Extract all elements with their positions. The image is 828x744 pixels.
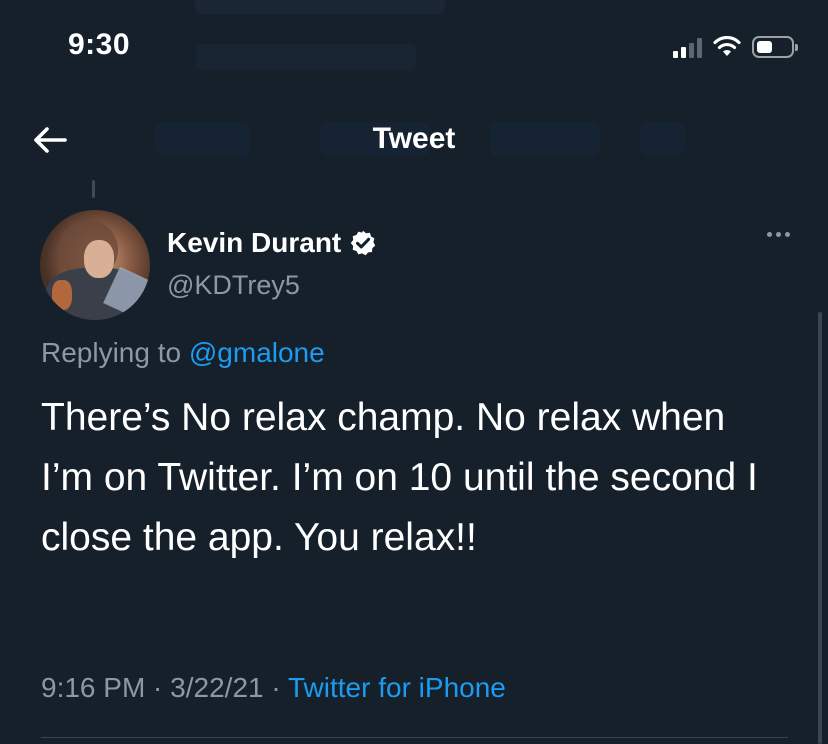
- scrollbar[interactable]: [818, 312, 822, 744]
- tweet-time: 9:16 PM: [41, 672, 146, 703]
- author-handle[interactable]: @KDTrey5: [167, 270, 300, 301]
- tweet-source-link[interactable]: Twitter for iPhone: [288, 672, 506, 703]
- page-title: Tweet: [372, 122, 456, 155]
- thread-connector-line: [92, 180, 95, 198]
- tweet-text: There’s No relax champ. No relax when I’…: [41, 396, 758, 559]
- mention-link[interactable]: @gmalone: [189, 337, 325, 368]
- tweet-date: 3/22/21: [170, 672, 264, 703]
- meta-separator: ·: [145, 672, 171, 703]
- tweet-detail-screen: 9:30 Tweet Kevin Durant @KDTrey5 Replyin…: [0, 0, 828, 744]
- more-options-button[interactable]: [767, 232, 790, 237]
- divider: [41, 737, 788, 738]
- replying-to-line: Replying to @gmalone: [41, 337, 325, 369]
- status-bar-icons: [673, 36, 798, 58]
- replying-to-label: Replying to: [41, 337, 189, 368]
- author-name-text: Kevin Durant: [167, 227, 342, 258]
- cellular-signal-icon: [673, 36, 702, 58]
- tweet-meta: 9:16 PM · 3/22/21 · Twitter for iPhone: [41, 672, 506, 704]
- more-horizontal-icon: [767, 232, 772, 237]
- profile-avatar[interactable]: [40, 210, 150, 320]
- battery-icon: [752, 36, 798, 58]
- status-bar-time: 9:30: [68, 28, 131, 61]
- background-ghost-bar: [195, 0, 445, 14]
- verified-badge-icon: [351, 230, 376, 256]
- author-name[interactable]: Kevin Durant: [167, 227, 377, 259]
- wifi-icon: [713, 36, 741, 56]
- background-ghost-text: [196, 44, 416, 70]
- meta-separator: ·: [263, 672, 288, 703]
